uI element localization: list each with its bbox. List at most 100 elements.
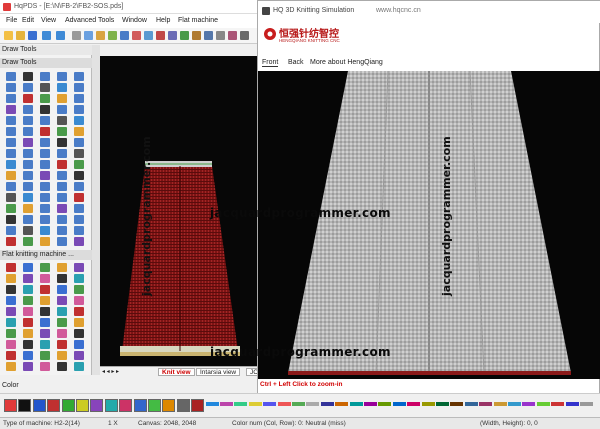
color-swatch[interactable] — [148, 399, 161, 412]
knit-tool-icon[interactable] — [40, 340, 50, 349]
color-swatch[interactable] — [565, 402, 579, 406]
draw-tool-icon[interactable] — [6, 149, 16, 158]
color-swatch[interactable] — [76, 399, 89, 412]
knit-tool-icon[interactable] — [40, 274, 50, 283]
draw-tool-icon[interactable] — [23, 160, 33, 169]
knit-tool-icon[interactable] — [74, 329, 84, 338]
color-swatch[interactable] — [90, 399, 104, 412]
sim-tab-front[interactable]: Front — [262, 59, 279, 67]
knit-tool-icon[interactable] — [57, 329, 67, 338]
draw-tool-icon[interactable] — [57, 237, 67, 246]
menu-window[interactable]: Window — [122, 17, 147, 24]
knit-tool-icon[interactable] — [57, 296, 67, 305]
draw-tool-icon[interactable] — [57, 94, 67, 103]
knit-tool-icon[interactable] — [57, 307, 67, 316]
color-swatch[interactable] — [536, 402, 550, 406]
zoom-icon[interactable] — [120, 31, 129, 40]
draw-tool-icon[interactable] — [74, 215, 84, 224]
draw-tool-icon[interactable] — [74, 171, 84, 180]
draw-tool-icon[interactable] — [74, 83, 84, 92]
draw-tool-icon[interactable] — [57, 138, 67, 147]
draw-tool-icon[interactable] — [23, 171, 33, 180]
color-swatch[interactable] — [133, 399, 147, 412]
draw-tool-icon[interactable] — [40, 182, 50, 191]
draw-tool-icon[interactable] — [57, 171, 67, 180]
knit-tool-icon[interactable] — [74, 285, 84, 294]
knit-tool-icon[interactable] — [6, 318, 16, 327]
draw-tool-icon[interactable] — [40, 127, 50, 136]
draw-tool-icon[interactable] — [57, 215, 67, 224]
knit-tool-icon[interactable] — [40, 318, 50, 327]
knit-tool-icon[interactable] — [23, 362, 33, 371]
draw-tool-icon[interactable] — [23, 105, 33, 114]
draw-tool-icon[interactable] — [57, 160, 67, 169]
draw-tool-icon[interactable] — [74, 127, 84, 136]
draw-tool-icon[interactable] — [6, 215, 16, 224]
more-icon[interactable] — [240, 31, 249, 40]
draw-tool-icon[interactable] — [23, 204, 33, 213]
check-icon[interactable] — [180, 31, 189, 40]
draw-tool-icon[interactable] — [23, 226, 33, 235]
color-swatch[interactable] — [407, 402, 421, 406]
draw-tool-icon[interactable] — [57, 116, 67, 125]
draw-tool-icon[interactable] — [23, 72, 33, 81]
draw-tool-icon[interactable] — [23, 94, 33, 103]
paste-icon[interactable] — [96, 31, 105, 40]
knit-tool-icon[interactable] — [6, 285, 16, 294]
draw-tool-icon[interactable] — [6, 204, 16, 213]
grid-icon[interactable] — [108, 31, 117, 40]
draw-tool-icon[interactable] — [6, 138, 16, 147]
color-swatch[interactable] — [162, 399, 176, 412]
draw-tool-icon[interactable] — [40, 226, 50, 235]
draw-tool-icon[interactable] — [40, 72, 50, 81]
color-swatch[interactable] — [292, 402, 305, 406]
knit-tool-icon[interactable] — [57, 318, 67, 327]
color-swatch[interactable] — [421, 402, 435, 406]
knit-tool-icon[interactable] — [74, 351, 84, 360]
knit-tool-icon[interactable] — [23, 263, 33, 272]
color-swatch[interactable] — [119, 399, 133, 412]
knit-tool-icon[interactable] — [23, 318, 33, 327]
knit-tool-icon[interactable] — [6, 329, 16, 338]
knit-tool-icon[interactable] — [23, 329, 33, 338]
transfer-icon[interactable] — [204, 31, 213, 40]
knit-tool-icon[interactable] — [74, 263, 84, 272]
draw-tool-icon[interactable] — [74, 237, 84, 246]
knit-tool-icon[interactable] — [40, 285, 50, 294]
draw-tool-icon[interactable] — [40, 105, 50, 114]
knit-tool-icon[interactable] — [57, 274, 67, 283]
draw-tool-icon[interactable] — [74, 149, 84, 158]
knit-tool-icon[interactable] — [23, 351, 33, 360]
knit-tool-icon[interactable] — [6, 340, 16, 349]
color-swatch[interactable] — [522, 402, 536, 406]
draw-tool-icon[interactable] — [57, 72, 67, 81]
knit-tool-icon[interactable] — [57, 362, 67, 371]
knit-tool-icon[interactable] — [6, 351, 16, 360]
color-swatch[interactable] — [61, 399, 75, 412]
draw-tool-icon[interactable] — [74, 160, 84, 169]
copy-icon[interactable] — [84, 31, 93, 40]
draw-tool-icon[interactable] — [23, 138, 33, 147]
draw-tool-icon[interactable] — [6, 193, 16, 202]
knit-icon[interactable] — [156, 31, 165, 40]
draw-tool-icon[interactable] — [6, 105, 16, 114]
monitor-icon[interactable] — [144, 31, 153, 40]
color-swatch[interactable] — [18, 399, 32, 412]
color-swatch[interactable] — [580, 402, 593, 406]
knit-tool-icon[interactable] — [6, 362, 16, 371]
draw-tool-icon[interactable] — [23, 237, 33, 246]
draw-tool-icon[interactable] — [23, 149, 33, 158]
draw-tool-icon[interactable] — [6, 83, 16, 92]
color-swatch[interactable] — [263, 402, 277, 406]
menu-help[interactable]: Help — [156, 17, 170, 24]
color-swatch[interactable] — [4, 399, 17, 412]
tab-scroll-arrows[interactable]: ◂ ◂ ▸ ▸ — [102, 368, 119, 375]
draw-tool-icon[interactable] — [40, 116, 50, 125]
color-icon[interactable] — [132, 31, 141, 40]
settings-icon[interactable] — [216, 31, 225, 40]
draw-tool-icon[interactable] — [40, 83, 50, 92]
draw-tool-icon[interactable] — [57, 105, 67, 114]
draw-tool-icon[interactable] — [6, 226, 16, 235]
color-swatch[interactable] — [205, 402, 219, 406]
knit-tool-icon[interactable] — [40, 362, 50, 371]
